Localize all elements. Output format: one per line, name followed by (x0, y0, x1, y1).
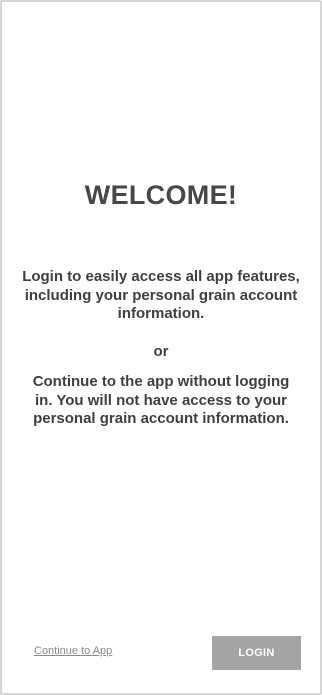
login-message: Login to easily access all app features,… (22, 268, 300, 322)
continue-message: Continue to the app without logging in. … (32, 373, 290, 427)
page-title: WELCOME! (84, 180, 238, 210)
or-separator: or (153, 343, 169, 360)
welcome-screen: WELCOME! Login to easily access all app … (0, 0, 322, 695)
login-button[interactable]: LOGIN (212, 636, 301, 670)
continue-to-app-link[interactable]: Continue to App (34, 645, 112, 657)
